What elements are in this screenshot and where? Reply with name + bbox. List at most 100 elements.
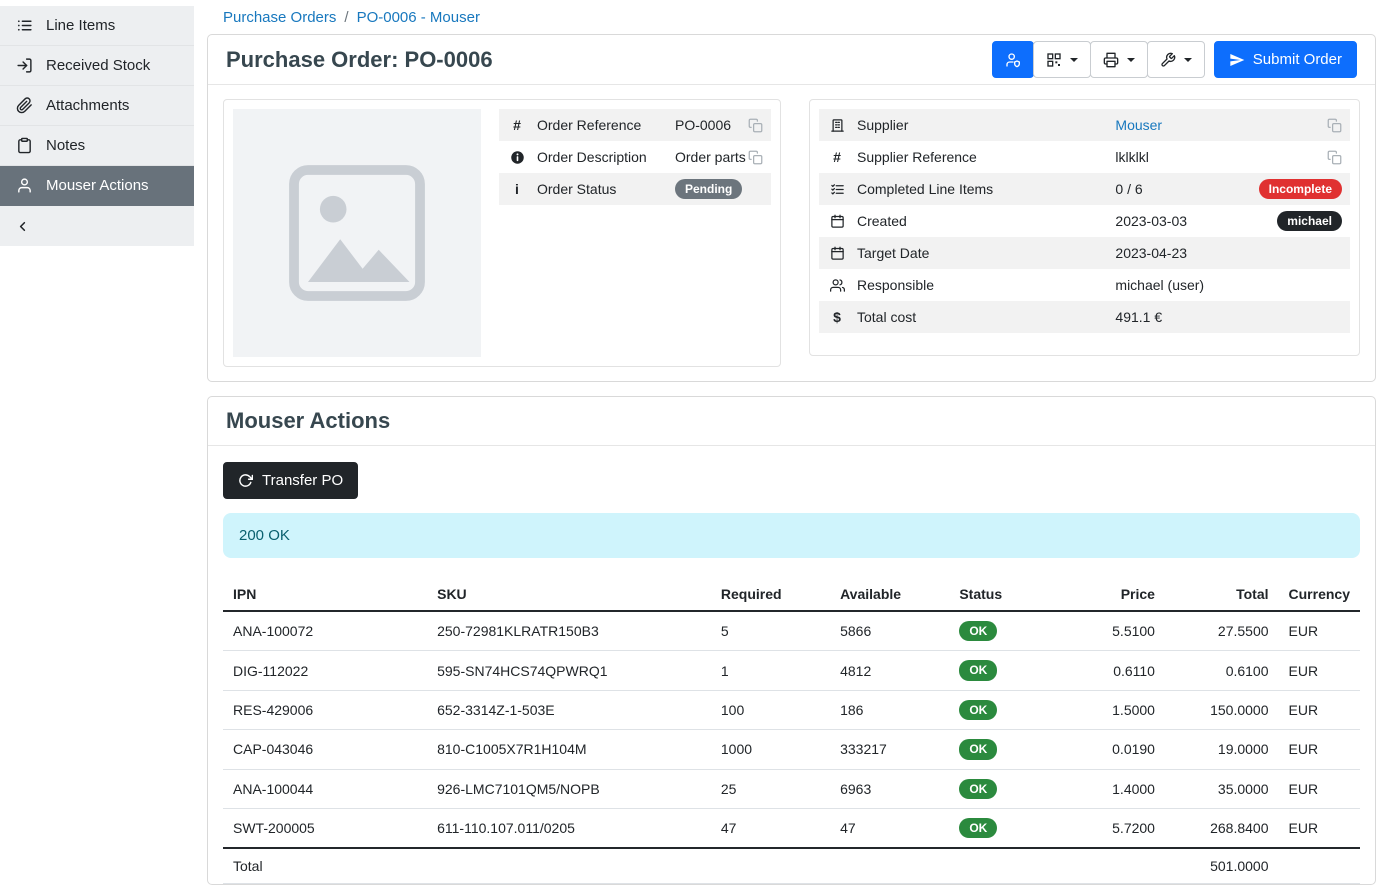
detail-row-total-cost: $ Total cost 491.1 € [819, 301, 1350, 333]
detail-value: Order parts [675, 149, 746, 165]
cell-currency: EUR [1279, 730, 1360, 769]
cell-sku: 926-LMC7101QM5/NOPB [427, 769, 711, 808]
sidebar-collapse-button[interactable] [0, 206, 194, 246]
sidebar-item-attachments[interactable]: Attachments [0, 86, 194, 126]
list-check-icon [827, 182, 847, 197]
cell-ipn: RES-429006 [223, 690, 427, 729]
user-shield-icon [1005, 52, 1021, 68]
sidebar-item-notes[interactable]: Notes [0, 126, 194, 166]
info-circle-icon [507, 150, 527, 165]
cell-currency: EUR [1279, 808, 1360, 848]
cell-required: 100 [711, 690, 830, 729]
user-icon [16, 177, 33, 194]
detail-row-responsible: Responsible michael (user) [819, 269, 1350, 301]
order-details-card: # Order Reference PO-0006 Order Descript… [223, 99, 781, 367]
supplier-details-table: Supplier Mouser # Supplier Reference lkl… [819, 109, 1350, 333]
cell-status: OK [949, 651, 1051, 690]
submit-order-label: Submit Order [1253, 51, 1342, 68]
chevron-left-icon [15, 219, 30, 234]
detail-row-order-description: Order Description Order parts [499, 141, 771, 173]
cell-ipn: ANA-100072 [223, 611, 427, 651]
user-roles-button[interactable] [992, 41, 1034, 78]
sidebar-item-label: Attachments [46, 97, 129, 114]
col-header-ipn[interactable]: IPN [223, 578, 427, 611]
copy-icon[interactable] [1327, 150, 1342, 165]
toolbar: Submit Order [992, 41, 1357, 78]
sidebar-item-mouser-actions[interactable]: Mouser Actions [0, 166, 194, 206]
cell-required: 25 [711, 769, 830, 808]
cell-currency: EUR [1279, 611, 1360, 651]
print-actions-button[interactable] [1090, 41, 1148, 78]
order-options-button[interactable] [1147, 41, 1205, 78]
sidebar-item-label: Received Stock [46, 57, 150, 74]
table-row: CAP-043046 810-C1005X7R1H104M 1000 33321… [223, 730, 1360, 769]
main-content: Purchase Orders/PO-0006 - Mouser Purchas… [194, 0, 1383, 794]
detail-label: Responsible [857, 277, 1115, 293]
detail-label: Order Description [537, 149, 675, 165]
col-header-total[interactable]: Total [1165, 578, 1279, 611]
detail-row-order-status: i Order Status Pending [499, 173, 771, 205]
transfer-po-button[interactable]: Transfer PO [223, 462, 358, 499]
users-icon [827, 278, 847, 293]
supplier-link[interactable]: Mouser [1115, 117, 1162, 133]
mouser-actions-body: Transfer PO 200 OK IPN SKU Required Avai… [208, 446, 1375, 884]
ok-badge: OK [959, 660, 997, 680]
col-header-status[interactable]: Status [949, 578, 1051, 611]
detail-label: Supplier Reference [857, 149, 1115, 165]
info-icon: i [507, 181, 527, 197]
sidebar-item-received-stock[interactable]: Received Stock [0, 46, 194, 86]
refresh-icon [238, 473, 253, 488]
purchase-order-panel: Purchase Order: PO-0006 [207, 34, 1376, 382]
detail-label: Supplier [857, 117, 1115, 133]
printer-icon [1103, 52, 1119, 68]
send-icon [1229, 52, 1245, 68]
sidebar: Line Items Received Stock Attachments No… [0, 0, 194, 794]
page-title: Purchase Order: PO-0006 [226, 47, 493, 73]
calendar-icon [827, 214, 847, 229]
calendar-icon [827, 246, 847, 261]
copy-icon[interactable] [748, 150, 763, 165]
ok-badge: OK [959, 700, 997, 720]
chevron-down-icon [1184, 58, 1192, 62]
ok-badge: OK [959, 818, 997, 838]
cell-ipn: CAP-043046 [223, 730, 427, 769]
toolbar-button-group [992, 41, 1205, 78]
ok-badge: OK [959, 779, 997, 799]
cell-total: 150.0000 [1165, 690, 1279, 729]
col-header-sku[interactable]: SKU [427, 578, 711, 611]
detail-label: Total cost [857, 309, 1115, 325]
submit-order-button[interactable]: Submit Order [1214, 41, 1357, 78]
transfer-po-label: Transfer PO [262, 472, 343, 489]
clipboard-icon [16, 137, 33, 154]
detail-value: lklklkl [1115, 149, 1148, 165]
breadcrumb-link-purchase-orders[interactable]: Purchase Orders [223, 9, 336, 26]
cell-total: 35.0000 [1165, 769, 1279, 808]
cell-required: 5 [711, 611, 830, 651]
list-icon [16, 17, 33, 34]
order-image-placeholder[interactable] [233, 109, 481, 357]
cell-total: 268.8400 [1165, 808, 1279, 848]
table-footer-row: Total 501.0000 [223, 848, 1360, 884]
qrcode-icon [1046, 52, 1062, 68]
detail-value: PO-0006 [675, 117, 731, 133]
detail-label: Order Reference [537, 117, 675, 133]
mouser-actions-panel-header: Mouser Actions [208, 397, 1375, 446]
col-header-currency[interactable]: Currency [1279, 578, 1360, 611]
col-header-price[interactable]: Price [1051, 578, 1164, 611]
copy-icon[interactable] [748, 118, 763, 133]
detail-value: 491.1 € [1115, 309, 1162, 325]
purchase-order-panel-header: Purchase Order: PO-0006 [208, 35, 1375, 85]
cell-available: 4812 [830, 651, 949, 690]
cell-currency: EUR [1279, 769, 1360, 808]
barcode-actions-button[interactable] [1033, 41, 1091, 78]
breadcrumb-link-po-0006[interactable]: PO-0006 - Mouser [357, 9, 480, 26]
sidebar-item-label: Line Items [46, 17, 115, 34]
col-header-available[interactable]: Available [830, 578, 949, 611]
detail-value: 0 / 6 [1115, 181, 1142, 197]
col-header-required[interactable]: Required [711, 578, 830, 611]
copy-icon[interactable] [1327, 118, 1342, 133]
detail-label: Order Status [537, 181, 675, 197]
cell-ipn: SWT-200005 [223, 808, 427, 848]
cell-status: OK [949, 808, 1051, 848]
sidebar-item-line-items[interactable]: Line Items [0, 6, 194, 46]
